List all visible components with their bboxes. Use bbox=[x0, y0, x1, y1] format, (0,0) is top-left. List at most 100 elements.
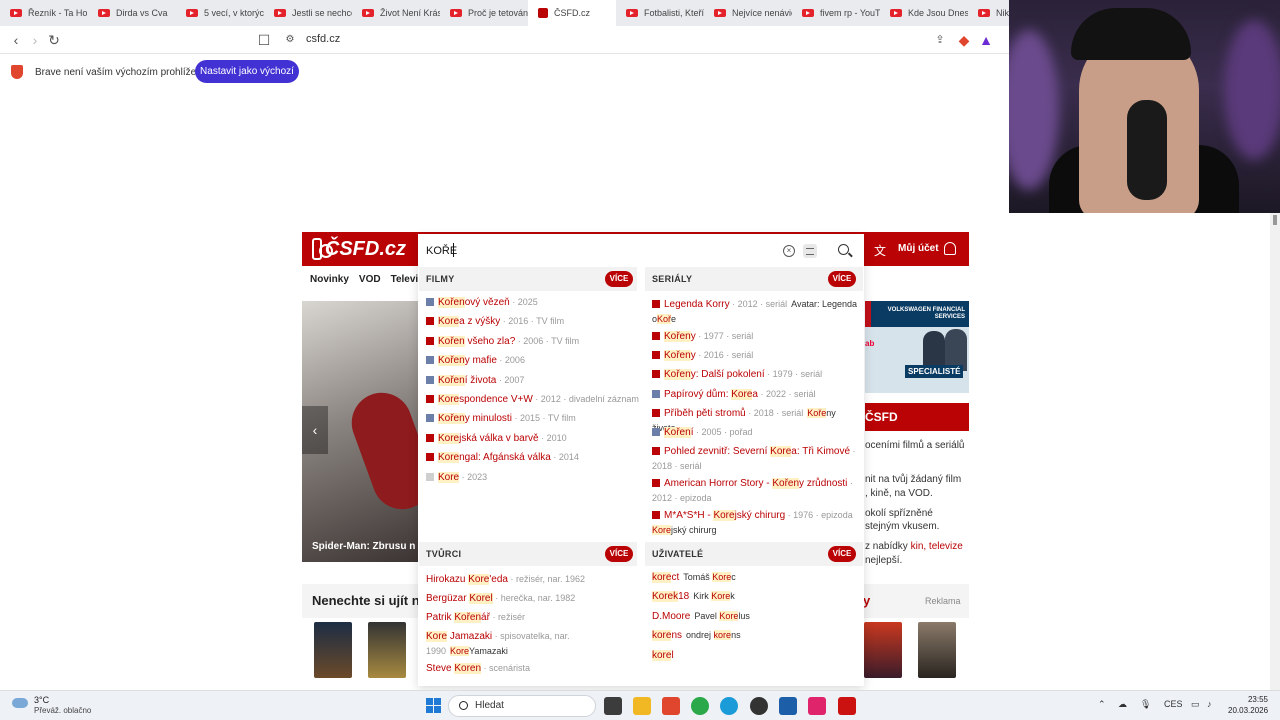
url-field[interactable]: csfd.cz bbox=[306, 33, 340, 45]
edge-icon[interactable] bbox=[720, 697, 738, 715]
result-item[interactable]: Kořenový vězeň · 2025 bbox=[426, 297, 538, 308]
browser-tab[interactable]: Proč je tetován bbox=[440, 0, 528, 26]
file-explorer-icon[interactable] bbox=[633, 697, 651, 715]
result-item[interactable]: Kořeny mafie · 2006 bbox=[426, 355, 525, 367]
result-title[interactable]: korect bbox=[652, 572, 679, 583]
result-item[interactable]: Korejská válka v barvě · 2010 bbox=[426, 432, 567, 444]
carousel-prev-icon[interactable]: ‹ bbox=[302, 406, 328, 454]
result-title[interactable]: Korengal: Afgánská válka bbox=[438, 452, 551, 464]
browser-tab[interactable]: 5 vecí, v ktorýc bbox=[176, 0, 264, 26]
result-title[interactable]: Bergüzar Korel bbox=[426, 593, 493, 604]
result-item[interactable]: Koření · 2005 · pořad bbox=[652, 425, 858, 440]
browser-tab[interactable]: ČSFD.cz bbox=[528, 0, 616, 26]
result-title[interactable]: Kořenový vězeň bbox=[438, 297, 510, 308]
result-title[interactable]: korens bbox=[652, 630, 682, 642]
result-item[interactable]: korel bbox=[652, 649, 674, 661]
result-title[interactable]: American Horror Story - Kořeny zrůdnosti bbox=[664, 478, 847, 489]
result-title[interactable]: Koření života bbox=[438, 374, 496, 386]
app-icon[interactable] bbox=[838, 697, 856, 715]
result-title[interactable]: Kořeny bbox=[664, 331, 696, 342]
brave-icon[interactable] bbox=[662, 697, 680, 715]
result-title[interactable]: M*A*S*H - Korejský chirurg bbox=[664, 510, 785, 521]
language-indicator[interactable]: CES bbox=[1164, 699, 1183, 709]
nav-item[interactable]: VOD bbox=[359, 274, 381, 285]
result-item[interactable]: Kořeny · 1977 · seriál bbox=[652, 329, 858, 344]
app-icon[interactable] bbox=[779, 697, 797, 715]
csfd-logo[interactable]: ČSFD.cz bbox=[312, 237, 406, 261]
weather-widget[interactable]: 3°C Převáž. oblačno bbox=[12, 695, 102, 717]
result-title[interactable]: Korejská válka v barvě bbox=[438, 432, 539, 444]
filter-icon[interactable] bbox=[803, 244, 817, 258]
result-title[interactable]: D.Moore bbox=[652, 611, 690, 622]
tiktok-icon[interactable] bbox=[808, 697, 826, 715]
brave-rewards-icon[interactable]: ▲ bbox=[978, 32, 994, 48]
user-icon[interactable] bbox=[944, 242, 956, 255]
result-item[interactable]: Koření života · 2007 bbox=[426, 374, 524, 386]
network-icon[interactable]: ☁ bbox=[1118, 699, 1127, 710]
result-title[interactable]: Kore Jamazaki bbox=[426, 631, 492, 642]
share-icon[interactable]: ⇪ bbox=[932, 32, 948, 48]
result-title[interactable]: korel bbox=[652, 649, 674, 661]
set-default-button[interactable]: Nastavit jako výchozí bbox=[195, 60, 299, 83]
browser-tab[interactable]: Řezník - Ta Hol bbox=[0, 0, 88, 26]
result-item[interactable]: Kořen všeho zla? · 2006 · TV film bbox=[426, 335, 579, 347]
result-title[interactable]: Kořeny minulosti bbox=[438, 413, 512, 425]
browser-tab[interactable]: Nikto bbox=[968, 0, 1010, 26]
result-title[interactable]: Papírový dům: Korea bbox=[664, 389, 758, 400]
ad-banner[interactable]: VOLKSWAGEN FINANCIAL SERVICES ab SPECIAL… bbox=[865, 301, 969, 393]
browser-tab[interactable]: Život Není Krás bbox=[352, 0, 440, 26]
result-title[interactable]: Korespondence V+W bbox=[438, 394, 533, 405]
browser-tab[interactable]: Fotbalisti, Kteří bbox=[616, 0, 704, 26]
result-item[interactable]: Korea z výšky · 2016 · TV film bbox=[426, 316, 564, 328]
series-more-button[interactable]: VÍCE bbox=[828, 271, 856, 287]
brave-shield-icon[interactable]: ◆ bbox=[956, 32, 972, 48]
result-title[interactable]: Kořeny: Další pokolení bbox=[664, 369, 765, 380]
movie-poster[interactable] bbox=[864, 622, 902, 678]
browser-tab[interactable]: Dirda vs Cva bbox=[88, 0, 176, 26]
result-item[interactable]: Kořeny · 2016 · seriál bbox=[652, 348, 858, 363]
result-item[interactable]: Kořeny: Další pokolení · 1979 · seriál bbox=[652, 367, 858, 382]
movie-poster[interactable] bbox=[368, 622, 406, 678]
result-item[interactable]: Korengal: Afgánská válka · 2014 bbox=[426, 452, 579, 464]
result-title[interactable]: Korek18 bbox=[652, 591, 689, 603]
task-view-icon[interactable] bbox=[604, 697, 622, 715]
volume-icon[interactable]: ♪ bbox=[1207, 699, 1212, 709]
result-title[interactable]: Kore bbox=[438, 471, 460, 483]
result-title[interactable]: Hirokazu Kore'eda bbox=[426, 574, 508, 585]
result-item[interactable]: Patrik Kořenář · režisér bbox=[426, 610, 632, 625]
result-title[interactable]: Kořeny mafie bbox=[438, 355, 497, 367]
movie-poster[interactable] bbox=[314, 622, 352, 678]
page-scrollbar[interactable] bbox=[1270, 213, 1280, 690]
result-item[interactable]: Legenda Korry · 2012 · seriál Avatar: Leg… bbox=[652, 297, 858, 326]
translate-icon[interactable]: 文 bbox=[874, 242, 886, 259]
result-item[interactable]: Papírový dům: Korea · 2022 · seriál bbox=[652, 387, 858, 402]
bookmark-icon[interactable]: ☐ bbox=[256, 32, 272, 48]
result-title[interactable]: Příběh pěti stromů bbox=[664, 408, 746, 419]
movie-poster[interactable] bbox=[918, 622, 956, 678]
result-item[interactable]: korens ondrej korens bbox=[652, 630, 741, 642]
hero-title[interactable]: Spider-Man: Zbrusu n bbox=[312, 541, 415, 552]
films-more-button[interactable]: VÍCE bbox=[605, 271, 633, 287]
result-item[interactable]: Bergüzar Korel · herečka, nar. 1982 bbox=[426, 591, 632, 606]
search-input[interactable]: KOŘE × bbox=[419, 237, 863, 264]
site-info-icon[interactable]: ⚙ bbox=[282, 32, 298, 48]
result-item[interactable]: Korespondence V+W · 2012 · divadelní záz… bbox=[426, 394, 639, 405]
creators-more-button[interactable]: VÍCE bbox=[605, 546, 633, 562]
browser-tab[interactable]: Kde Jsou Dnes bbox=[880, 0, 968, 26]
browser-tab[interactable]: fivem rp - YouT bbox=[792, 0, 880, 26]
taskbar-search[interactable]: Hledat bbox=[448, 695, 596, 717]
result-title[interactable]: Steve Koren bbox=[426, 663, 482, 674]
reload-icon[interactable]: ↻ bbox=[46, 32, 62, 48]
result-item[interactable]: M*A*S*H - Korejský chirurg · 1976 · epiz… bbox=[652, 508, 858, 537]
back-icon[interactable]: ‹ bbox=[8, 32, 24, 48]
users-more-button[interactable]: VÍCE bbox=[828, 546, 856, 562]
browser-tab[interactable]: Nejvíce nenávic bbox=[704, 0, 792, 26]
browser-tab[interactable]: Jestli se nechce bbox=[264, 0, 352, 26]
result-title[interactable]: Pohled zevnitř: Severní Korea: Tři Kimov… bbox=[664, 446, 850, 457]
result-title[interactable]: Legenda Korry bbox=[664, 299, 730, 310]
result-title[interactable]: Korea z výšky bbox=[438, 316, 500, 328]
result-title[interactable]: Kořeny bbox=[664, 350, 696, 361]
account-link[interactable]: Můj účet bbox=[898, 243, 939, 254]
result-item[interactable]: Kore · 2023 bbox=[426, 471, 487, 483]
result-item[interactable]: Kore Jamazaki · spisovatelka, nar. 1990 K… bbox=[426, 629, 632, 658]
